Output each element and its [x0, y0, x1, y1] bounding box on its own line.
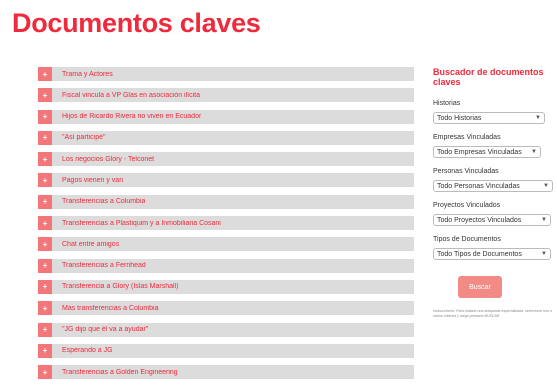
- document-row[interactable]: + "JG dijo que él va a ayudar": [38, 322, 414, 337]
- select-value: Todo Proyectos Vinculados: [437, 216, 522, 224]
- search-panel-title: Buscador de documentos claves: [433, 67, 544, 87]
- document-row[interactable]: + Transferencia a Glory (Islas Marshall): [38, 279, 414, 294]
- document-search-panel: Buscador de documentos claves Historias …: [433, 67, 553, 318]
- document-title[interactable]: Los negocios Glory - Telconet: [62, 156, 154, 163]
- document-row[interactable]: + Los negocios Glory - Telconet: [38, 152, 414, 167]
- chevron-down-icon: ▼: [541, 251, 547, 257]
- proyectos-vinculados-select[interactable]: Todo Proyectos Vinculados ▼: [433, 214, 551, 226]
- plus-icon[interactable]: +: [38, 322, 52, 337]
- document-row[interactable]: + Chat entre amigos: [38, 237, 414, 252]
- document-title[interactable]: Hijos de Ricardo Rivera no viven en Ecua…: [62, 113, 201, 120]
- plus-icon[interactable]: +: [38, 258, 52, 273]
- plus-icon[interactable]: +: [38, 109, 52, 124]
- chevron-down-icon: ▼: [535, 115, 541, 121]
- document-row[interactable]: + Esperando a JG: [38, 343, 414, 358]
- filter-label-proyectos: Proyectos Vinculados: [433, 202, 501, 209]
- plus-icon[interactable]: +: [38, 173, 52, 188]
- chevron-down-icon: ▼: [541, 217, 547, 223]
- document-title[interactable]: "Así participé": [62, 134, 106, 141]
- plus-icon[interactable]: +: [38, 88, 52, 103]
- document-row[interactable]: + Fiscal vincula a VP Glas en asociación …: [38, 88, 414, 103]
- document-title[interactable]: Transferencias a Fernhead: [62, 262, 146, 269]
- document-row[interactable]: + Transferencias a Plastiquim y a Inmobil…: [38, 216, 414, 231]
- filter-label-historias: Historias: [433, 100, 461, 107]
- document-list: + Trama y Actores + Fiscal vincula a VP Gl…: [38, 67, 414, 386]
- empresas-vinculadas-select[interactable]: Todo Empresas Vinculadas ▼: [433, 146, 541, 158]
- plus-icon[interactable]: +: [38, 237, 52, 252]
- select-value: Todo Historias: [437, 114, 482, 122]
- document-title[interactable]: Transferencias a Plastiquim y a Inmobili…: [62, 220, 221, 227]
- document-title[interactable]: Trama y Actores: [62, 71, 113, 78]
- document-title[interactable]: Transferencia a Glory (Islas Marshall): [62, 283, 178, 290]
- filter-label-personas: Personas Vinculadas: [433, 168, 499, 175]
- tipos-documentos-select[interactable]: Todo Tipos de Documentos ▼: [433, 248, 551, 260]
- plus-icon[interactable]: +: [38, 343, 52, 358]
- plus-icon[interactable]: +: [38, 67, 52, 81]
- search-instructions: Instrucciones: Para realizar una búsqued…: [433, 309, 553, 318]
- document-title[interactable]: Fiscal vincula a VP Glas en asociación i…: [62, 92, 200, 99]
- plus-icon[interactable]: +: [38, 301, 52, 316]
- document-row[interactable]: + Trama y Actores: [38, 67, 414, 81]
- document-row[interactable]: + Pagos vienen y van: [38, 173, 414, 188]
- plus-icon[interactable]: +: [38, 130, 52, 145]
- document-row[interactable]: + Transferencias a Columbia: [38, 194, 414, 209]
- plus-icon[interactable]: +: [38, 152, 52, 167]
- chevron-down-icon: ▼: [531, 149, 537, 155]
- filter-label-tipos: Tipos de Documentos: [433, 236, 501, 243]
- document-title[interactable]: Transferencias a Golden Engineering: [62, 369, 178, 376]
- document-title[interactable]: Esperando a JG: [62, 347, 113, 354]
- document-title[interactable]: Más transferencias a Columbia: [62, 305, 159, 312]
- plus-icon[interactable]: +: [38, 194, 52, 209]
- chevron-down-icon: ▼: [543, 183, 549, 189]
- document-title[interactable]: "JG dijo que él va a ayudar": [62, 326, 148, 333]
- document-row[interactable]: + Más transferencias a Columbia: [38, 301, 414, 316]
- document-row[interactable]: + Transferencias a Golden Engineering: [38, 365, 414, 380]
- historias-select[interactable]: Todo Historias ▼: [433, 112, 545, 124]
- plus-icon[interactable]: +: [38, 365, 52, 380]
- plus-icon[interactable]: +: [38, 279, 52, 294]
- select-value: Todo Tipos de Documentos: [437, 250, 522, 258]
- document-title[interactable]: Chat entre amigos: [62, 241, 119, 248]
- document-title[interactable]: Transferencias a Columbia: [62, 198, 145, 205]
- document-row[interactable]: + Hijos de Ricardo Rivera no viven en Ecu…: [38, 109, 414, 124]
- plus-icon[interactable]: +: [38, 216, 52, 231]
- filter-label-empresas: Empresas Vinculadas: [433, 134, 501, 141]
- document-title[interactable]: Pagos vienen y van: [62, 177, 123, 184]
- select-value: Todo Personas Vinculadas: [437, 182, 520, 190]
- select-value: Todo Empresas Vinculadas: [437, 148, 522, 156]
- buscar-button[interactable]: Buscar: [458, 276, 502, 298]
- page-title: Documentos claves: [12, 8, 261, 38]
- document-row[interactable]: + Transferencias a Fernhead: [38, 258, 414, 273]
- document-row[interactable]: + "Así participé": [38, 130, 414, 145]
- personas-vinculadas-select[interactable]: Todo Personas Vinculadas ▼: [433, 180, 553, 192]
